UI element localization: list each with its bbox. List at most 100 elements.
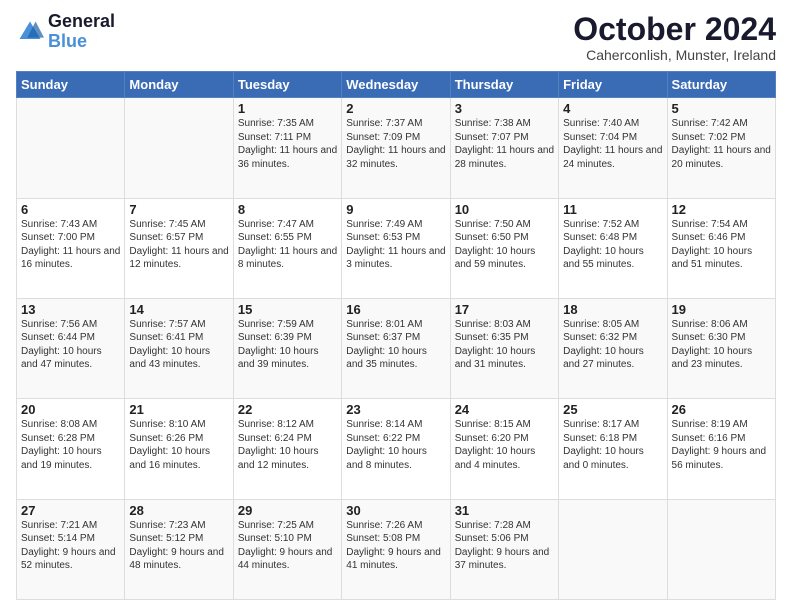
- calendar-cell: 15Sunrise: 7:59 AM Sunset: 6:39 PM Dayli…: [233, 298, 341, 398]
- day-number: 31: [455, 503, 554, 518]
- calendar-table: SundayMondayTuesdayWednesdayThursdayFrid…: [16, 71, 776, 600]
- calendar-cell: 23Sunrise: 8:14 AM Sunset: 6:22 PM Dayli…: [342, 399, 450, 499]
- calendar-cell: 12Sunrise: 7:54 AM Sunset: 6:46 PM Dayli…: [667, 198, 775, 298]
- day-info: Sunrise: 7:49 AM Sunset: 6:53 PM Dayligh…: [346, 218, 445, 272]
- calendar-cell: 16Sunrise: 8:01 AM Sunset: 6:37 PM Dayli…: [342, 298, 450, 398]
- day-info: Sunrise: 7:43 AM Sunset: 7:00 PM Dayligh…: [21, 218, 120, 272]
- day-number: 7: [129, 202, 228, 217]
- calendar-cell: 1Sunrise: 7:35 AM Sunset: 7:11 PM Daylig…: [233, 98, 341, 198]
- day-number: 24: [455, 402, 554, 417]
- day-info: Sunrise: 7:40 AM Sunset: 7:04 PM Dayligh…: [563, 117, 662, 171]
- day-number: 15: [238, 302, 337, 317]
- calendar-cell: 22Sunrise: 8:12 AM Sunset: 6:24 PM Dayli…: [233, 399, 341, 499]
- day-info: Sunrise: 7:38 AM Sunset: 7:07 PM Dayligh…: [455, 117, 554, 171]
- day-info: Sunrise: 8:05 AM Sunset: 6:32 PM Dayligh…: [563, 318, 662, 372]
- calendar-cell: 21Sunrise: 8:10 AM Sunset: 6:26 PM Dayli…: [125, 399, 233, 499]
- day-number: 19: [672, 302, 771, 317]
- day-info: Sunrise: 8:06 AM Sunset: 6:30 PM Dayligh…: [672, 318, 771, 372]
- day-number: 30: [346, 503, 445, 518]
- week-row-2: 6Sunrise: 7:43 AM Sunset: 7:00 PM Daylig…: [17, 198, 776, 298]
- page: General Blue October 2024 Caherconlish, …: [0, 0, 792, 612]
- main-title: October 2024: [573, 12, 776, 47]
- day-number: 13: [21, 302, 120, 317]
- day-info: Sunrise: 8:08 AM Sunset: 6:28 PM Dayligh…: [21, 418, 120, 472]
- day-info: Sunrise: 8:10 AM Sunset: 6:26 PM Dayligh…: [129, 418, 228, 472]
- day-number: 3: [455, 101, 554, 116]
- weekday-header-row: SundayMondayTuesdayWednesdayThursdayFrid…: [17, 72, 776, 98]
- day-number: 9: [346, 202, 445, 217]
- subtitle: Caherconlish, Munster, Ireland: [573, 47, 776, 63]
- weekday-header-thursday: Thursday: [450, 72, 558, 98]
- day-number: 25: [563, 402, 662, 417]
- day-number: 26: [672, 402, 771, 417]
- weekday-header-sunday: Sunday: [17, 72, 125, 98]
- day-info: Sunrise: 8:01 AM Sunset: 6:37 PM Dayligh…: [346, 318, 445, 372]
- day-number: 17: [455, 302, 554, 317]
- day-info: Sunrise: 7:47 AM Sunset: 6:55 PM Dayligh…: [238, 218, 337, 272]
- week-row-3: 13Sunrise: 7:56 AM Sunset: 6:44 PM Dayli…: [17, 298, 776, 398]
- day-info: Sunrise: 7:42 AM Sunset: 7:02 PM Dayligh…: [672, 117, 771, 171]
- day-number: 18: [563, 302, 662, 317]
- calendar-cell: 7Sunrise: 7:45 AM Sunset: 6:57 PM Daylig…: [125, 198, 233, 298]
- day-info: Sunrise: 7:45 AM Sunset: 6:57 PM Dayligh…: [129, 218, 228, 272]
- day-info: Sunrise: 7:50 AM Sunset: 6:50 PM Dayligh…: [455, 218, 554, 272]
- day-info: Sunrise: 7:52 AM Sunset: 6:48 PM Dayligh…: [563, 218, 662, 272]
- calendar-cell: 11Sunrise: 7:52 AM Sunset: 6:48 PM Dayli…: [559, 198, 667, 298]
- weekday-header-wednesday: Wednesday: [342, 72, 450, 98]
- calendar-cell: 9Sunrise: 7:49 AM Sunset: 6:53 PM Daylig…: [342, 198, 450, 298]
- day-number: 11: [563, 202, 662, 217]
- calendar-cell: 13Sunrise: 7:56 AM Sunset: 6:44 PM Dayli…: [17, 298, 125, 398]
- calendar-cell: 31Sunrise: 7:28 AM Sunset: 5:06 PM Dayli…: [450, 499, 558, 599]
- day-info: Sunrise: 7:56 AM Sunset: 6:44 PM Dayligh…: [21, 318, 120, 372]
- calendar-cell: 5Sunrise: 7:42 AM Sunset: 7:02 PM Daylig…: [667, 98, 775, 198]
- calendar-cell: 2Sunrise: 7:37 AM Sunset: 7:09 PM Daylig…: [342, 98, 450, 198]
- day-info: Sunrise: 7:37 AM Sunset: 7:09 PM Dayligh…: [346, 117, 445, 171]
- weekday-header-tuesday: Tuesday: [233, 72, 341, 98]
- title-block: October 2024 Caherconlish, Munster, Irel…: [573, 12, 776, 63]
- day-info: Sunrise: 7:25 AM Sunset: 5:10 PM Dayligh…: [238, 519, 337, 573]
- calendar-cell: 27Sunrise: 7:21 AM Sunset: 5:14 PM Dayli…: [17, 499, 125, 599]
- day-info: Sunrise: 7:54 AM Sunset: 6:46 PM Dayligh…: [672, 218, 771, 272]
- week-row-5: 27Sunrise: 7:21 AM Sunset: 5:14 PM Dayli…: [17, 499, 776, 599]
- day-number: 10: [455, 202, 554, 217]
- weekday-header-saturday: Saturday: [667, 72, 775, 98]
- day-info: Sunrise: 7:57 AM Sunset: 6:41 PM Dayligh…: [129, 318, 228, 372]
- day-number: 27: [21, 503, 120, 518]
- day-info: Sunrise: 7:26 AM Sunset: 5:08 PM Dayligh…: [346, 519, 445, 573]
- calendar-cell: 29Sunrise: 7:25 AM Sunset: 5:10 PM Dayli…: [233, 499, 341, 599]
- day-info: Sunrise: 7:28 AM Sunset: 5:06 PM Dayligh…: [455, 519, 554, 573]
- day-info: Sunrise: 8:03 AM Sunset: 6:35 PM Dayligh…: [455, 318, 554, 372]
- day-number: 21: [129, 402, 228, 417]
- day-info: Sunrise: 8:19 AM Sunset: 6:16 PM Dayligh…: [672, 418, 771, 472]
- day-number: 1: [238, 101, 337, 116]
- calendar-cell: 14Sunrise: 7:57 AM Sunset: 6:41 PM Dayli…: [125, 298, 233, 398]
- calendar-cell: [559, 499, 667, 599]
- day-number: 2: [346, 101, 445, 116]
- calendar-cell: [667, 499, 775, 599]
- calendar-cell: 24Sunrise: 8:15 AM Sunset: 6:20 PM Dayli…: [450, 399, 558, 499]
- calendar-cell: 25Sunrise: 8:17 AM Sunset: 6:18 PM Dayli…: [559, 399, 667, 499]
- calendar-cell: 18Sunrise: 8:05 AM Sunset: 6:32 PM Dayli…: [559, 298, 667, 398]
- day-info: Sunrise: 8:15 AM Sunset: 6:20 PM Dayligh…: [455, 418, 554, 472]
- logo-text: General Blue: [48, 12, 115, 52]
- calendar-cell: 19Sunrise: 8:06 AM Sunset: 6:30 PM Dayli…: [667, 298, 775, 398]
- day-info: Sunrise: 7:59 AM Sunset: 6:39 PM Dayligh…: [238, 318, 337, 372]
- header: General Blue October 2024 Caherconlish, …: [16, 12, 776, 63]
- calendar-cell: 28Sunrise: 7:23 AM Sunset: 5:12 PM Dayli…: [125, 499, 233, 599]
- day-info: Sunrise: 7:35 AM Sunset: 7:11 PM Dayligh…: [238, 117, 337, 171]
- day-info: Sunrise: 7:21 AM Sunset: 5:14 PM Dayligh…: [21, 519, 120, 573]
- calendar-cell: 8Sunrise: 7:47 AM Sunset: 6:55 PM Daylig…: [233, 198, 341, 298]
- day-number: 28: [129, 503, 228, 518]
- calendar-cell: 17Sunrise: 8:03 AM Sunset: 6:35 PM Dayli…: [450, 298, 558, 398]
- day-number: 14: [129, 302, 228, 317]
- day-number: 4: [563, 101, 662, 116]
- day-info: Sunrise: 8:14 AM Sunset: 6:22 PM Dayligh…: [346, 418, 445, 472]
- day-number: 8: [238, 202, 337, 217]
- calendar-cell: 30Sunrise: 7:26 AM Sunset: 5:08 PM Dayli…: [342, 499, 450, 599]
- day-number: 16: [346, 302, 445, 317]
- calendar-cell: 20Sunrise: 8:08 AM Sunset: 6:28 PM Dayli…: [17, 399, 125, 499]
- day-number: 12: [672, 202, 771, 217]
- weekday-header-monday: Monday: [125, 72, 233, 98]
- day-number: 29: [238, 503, 337, 518]
- logo: General Blue: [16, 12, 115, 52]
